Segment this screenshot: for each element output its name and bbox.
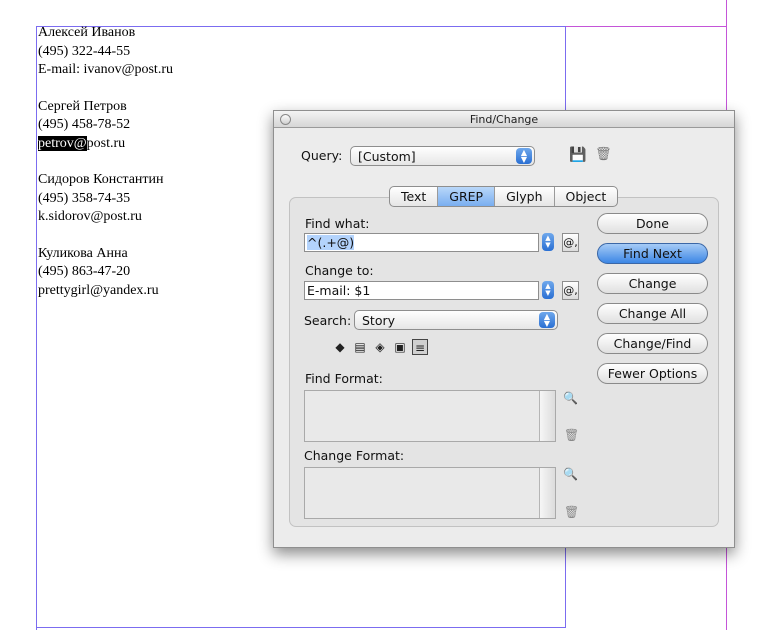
tab-glyph[interactable]: Glyph <box>495 187 555 206</box>
dialog-title: Find/Change <box>469 113 539 126</box>
text-frame[interactable]: Алексей Иванов (495) 322-44-55 E-mail: i… <box>38 24 173 318</box>
tab-grep[interactable]: GREP <box>438 187 496 206</box>
tab-text[interactable]: Text <box>390 187 439 206</box>
popup-arrows-icon: ▲ ▼ <box>539 312 555 328</box>
change-to-value: E-mail: $1 <box>307 283 371 298</box>
contact-name: Куликова Анна <box>38 245 128 261</box>
include-locked-layers-icon[interactable]: ◆ <box>332 339 348 355</box>
change-to-field[interactable]: E-mail: $1 <box>304 281 539 300</box>
contact-email: prettygirl@yandex.ru <box>38 282 159 298</box>
contact-block: Сергей Петров (495) 458-78-52 petrov@pos… <box>38 98 173 154</box>
contact-email: petrov@post.ru <box>38 135 173 154</box>
change-format-label: Change Format: <box>304 448 405 463</box>
contact-block: Сидоров Константин (495) 358-74-35 k.sid… <box>38 171 173 227</box>
contact-email: E-mail: ivanov@post.ru <box>38 62 173 77</box>
specify-format-icon[interactable]: 🔍 <box>563 391 578 405</box>
contact-name: Сидоров Константин <box>38 172 164 187</box>
search-scope-value: Story <box>362 313 396 328</box>
change-all-button[interactable]: Change All <box>597 303 708 324</box>
contact-block: Куликова Анна (495) 863-47-20 prettygirl… <box>38 245 173 301</box>
clear-format-icon[interactable]: 🗑 <box>564 505 579 519</box>
contact-email: k.sidorov@post.ru <box>38 209 142 224</box>
find-what-label: Find what: <box>305 216 370 231</box>
find-format-label: Find Format: <box>305 371 383 386</box>
tab-object[interactable]: Object <box>555 187 618 206</box>
clear-format-icon[interactable]: 🗑 <box>564 428 579 442</box>
change-history-stepper[interactable]: ▲ ▼ <box>542 281 554 299</box>
special-characters-button[interactable]: @, <box>562 281 579 300</box>
change-to-label: Change to: <box>305 263 374 278</box>
search-label: Search: <box>304 313 352 328</box>
scrollbar[interactable] <box>539 468 555 518</box>
contact-phone: (495) 863-47-20 <box>38 264 131 279</box>
include-footnotes-icon[interactable]: ≡ <box>412 339 428 355</box>
page-edge-top <box>566 26 726 27</box>
find-what-value: ^(.+@) <box>307 235 355 250</box>
margin-guide-left <box>36 26 37 630</box>
specify-format-icon[interactable]: 🔍 <box>563 467 578 481</box>
find-what-field[interactable]: ^(.+@) <box>304 233 539 252</box>
find-history-stepper[interactable]: ▲ ▼ <box>542 233 554 251</box>
dialog-titlebar[interactable]: Find/Change <box>274 111 734 128</box>
find-format-box[interactable] <box>304 390 556 442</box>
search-options-icons: ◆ ▤ ◈ ▣ ≡ <box>332 339 428 355</box>
contact-phone: (495) 358-74-35 <box>38 190 131 206</box>
include-master-pages-icon[interactable]: ▣ <box>392 339 408 355</box>
scrollbar[interactable] <box>539 391 555 441</box>
contact-phone: (495) 322-44-55 <box>38 43 131 59</box>
contact-name: Алексей Иванов <box>38 25 136 40</box>
contact-name: Сергей Петров <box>38 98 127 114</box>
contact-block: Алексей Иванов (495) 322-44-55 E-mail: i… <box>38 24 173 80</box>
margin-guide-bottom <box>36 627 566 628</box>
email-rest: post.ru <box>86 135 126 151</box>
find-next-button[interactable]: Find Next <box>597 243 708 264</box>
delete-query-icon[interactable]: 🗑 <box>595 147 612 162</box>
contact-phone: (495) 458-78-52 <box>38 117 131 132</box>
save-query-icon[interactable]: 💾 <box>569 147 586 163</box>
find-change-dialog: Find/Change Query: [Custom] ▲ ▼ 💾 🗑 Text … <box>273 110 735 548</box>
include-locked-stories-icon[interactable]: ▤ <box>352 339 368 355</box>
include-hidden-layers-icon[interactable]: ◈ <box>372 339 388 355</box>
search-scope-popup[interactable]: Story ▲ ▼ <box>354 310 558 330</box>
done-button[interactable]: Done <box>597 213 708 234</box>
fewer-options-button[interactable]: Fewer Options <box>597 363 708 384</box>
selected-text[interactable]: petrov@ <box>38 135 87 151</box>
change-find-button[interactable]: Change/Find <box>597 333 708 354</box>
search-type-tabs: Text GREP Glyph Object <box>389 186 619 207</box>
query-popup[interactable]: [Custom] ▲ ▼ <box>350 146 535 166</box>
query-value: [Custom] <box>358 149 416 164</box>
popup-arrows-icon: ▲ ▼ <box>516 148 532 164</box>
change-button[interactable]: Change <box>597 273 708 294</box>
query-label: Query: <box>301 148 343 163</box>
special-characters-button[interactable]: @, <box>562 233 579 252</box>
change-format-box[interactable] <box>304 467 556 519</box>
